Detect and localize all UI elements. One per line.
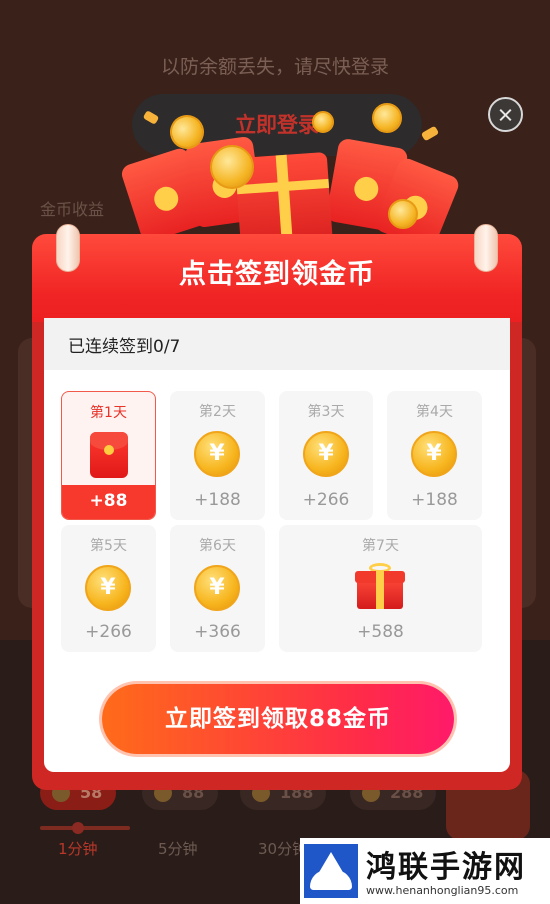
day-card-5[interactable]: 第5天 ¥ +266 xyxy=(61,525,156,652)
timer-label-1: 1分钟 xyxy=(58,840,98,858)
day-amount: +88 xyxy=(89,491,128,511)
timer-progress-knob xyxy=(72,822,84,834)
day-label: 第6天 xyxy=(199,538,236,554)
day-card-2[interactable]: 第2天 ¥ +188 xyxy=(170,391,265,520)
confetti xyxy=(142,110,160,125)
day-amount: +188 xyxy=(411,490,458,510)
gold-coin-icon: ¥ xyxy=(85,565,131,611)
gold-coin-icon xyxy=(312,111,334,133)
day-amount: +188 xyxy=(194,490,241,510)
reward-decoration xyxy=(100,95,462,255)
gold-coin-icon xyxy=(388,199,418,229)
day-card-3[interactable]: 第3天 ¥ +266 xyxy=(279,391,373,520)
site-logo-icon xyxy=(304,844,358,898)
day-card-6[interactable]: 第6天 ¥ +366 xyxy=(170,525,265,652)
day-amount: +266 xyxy=(302,490,350,510)
gold-coin-icon: ¥ xyxy=(411,431,457,477)
day-label: 第1天 xyxy=(90,405,127,421)
gold-coin-icon: ¥ xyxy=(303,431,349,477)
gift-box-icon xyxy=(355,563,405,609)
day-label: 第4天 xyxy=(416,404,453,420)
day-card-4[interactable]: 第4天 ¥ +188 xyxy=(387,391,482,520)
day-label: 第7天 xyxy=(362,538,399,554)
day-label: 第5天 xyxy=(90,538,127,554)
watermark-url: www.henanhonglian95.com xyxy=(366,884,519,897)
site-watermark: 鸿联手游网 www.henanhonglian95.com xyxy=(300,838,550,904)
watermark-title: 鸿联手游网 xyxy=(366,850,526,885)
streak-count: 已连续签到0/7 xyxy=(68,337,181,357)
timer-progress-track xyxy=(40,826,130,830)
day-label: 第2天 xyxy=(199,404,236,420)
close-dialog-button[interactable] xyxy=(488,97,523,132)
coin-earnings-label: 金币收益 xyxy=(40,200,105,219)
day-label: 第3天 xyxy=(307,404,345,420)
sign-in-claim-button[interactable]: 立即签到领取88金币 xyxy=(102,684,454,754)
gold-coin-icon: ¥ xyxy=(194,565,240,611)
gold-coin-icon xyxy=(210,145,254,189)
gold-coin-icon xyxy=(372,103,402,133)
gold-coin-icon: ¥ xyxy=(194,431,240,477)
day-amount: +266 xyxy=(85,622,132,642)
day-card-7[interactable]: 第7天 +588 xyxy=(279,525,482,652)
red-envelope-icon xyxy=(90,432,128,478)
dialog-title: 点击签到领金币 xyxy=(179,259,375,290)
day-amount: +588 xyxy=(357,622,404,642)
confetti xyxy=(420,125,440,142)
login-hint-text: 以防余额丢失，请尽快登录 xyxy=(160,56,389,78)
day-card-1[interactable]: 第1天 +88 xyxy=(61,391,156,520)
timer-label-2: 5分钟 xyxy=(158,840,198,858)
day-amount: +366 xyxy=(194,622,241,642)
